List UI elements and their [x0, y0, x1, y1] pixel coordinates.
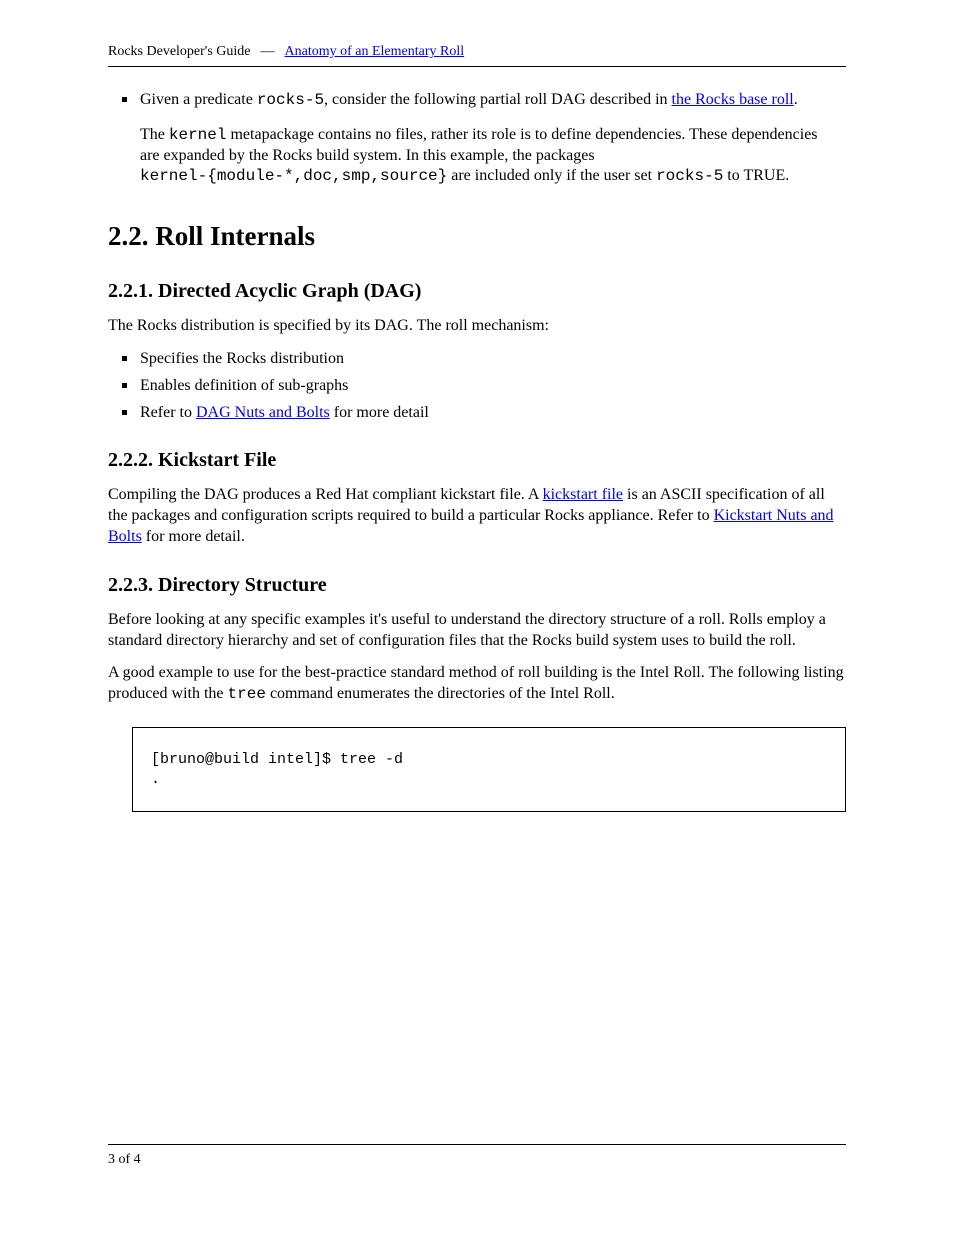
code-listing-box: [bruno@build intel]$ tree -d .: [132, 727, 846, 812]
text: The: [140, 126, 169, 143]
header-rule: [108, 66, 846, 67]
text: metapackage contains no files, rather it…: [226, 126, 817, 143]
text-line: are expanded by the Rocks build system. …: [140, 146, 846, 167]
subsection-heading-kickstart: 2.2.2. Kickstart File: [108, 447, 846, 473]
list-item: Enables definition of sub-graphs: [140, 376, 846, 397]
text: Specifies the Rocks distribution: [140, 350, 344, 367]
text: , consider the following partial roll DA…: [324, 91, 671, 108]
bullet-item: Given a predicate rocks-5, consider the …: [140, 90, 846, 187]
paragraph: The Rocks distribution is specified by i…: [108, 316, 846, 337]
code-line: [bruno@build intel]$ tree -d: [151, 750, 827, 770]
inline-code: rocks-5: [656, 167, 723, 185]
inline-code: tree: [228, 685, 266, 703]
text: .: [794, 91, 798, 108]
inline-link[interactable]: the Rocks base roll: [672, 91, 794, 108]
text: to TRUE.: [723, 167, 789, 184]
paragraph: Before looking at any specific examples …: [108, 610, 846, 652]
text: for more detail.: [142, 528, 245, 545]
inline-link[interactable]: DAG Nuts and Bolts: [196, 404, 330, 421]
inline-code: kernel-{module-*,doc,smp,source}: [140, 167, 447, 185]
text: is an: [623, 486, 657, 503]
text: Refer to: [658, 507, 714, 524]
inline-link[interactable]: kickstart file: [543, 486, 623, 503]
subsection-heading-dag: 2.2.1. Directed Acyclic Graph (DAG): [108, 278, 846, 304]
footer-page-number: 3 of 4: [108, 1152, 141, 1168]
subsection-heading-dirstruct: 2.2.3. Directory Structure: [108, 572, 846, 598]
text: Given a predicate: [140, 91, 257, 108]
header-separator: —: [255, 44, 281, 60]
header-link[interactable]: Anatomy of an Elementary Roll: [285, 44, 465, 60]
text: Refer to: [140, 404, 196, 421]
text: Compiling the DAG produces a Red Hat com…: [108, 486, 543, 503]
continuation-bullet-list: Given a predicate rocks-5, consider the …: [108, 90, 846, 187]
list-item: Refer to DAG Nuts and Bolts for more det…: [140, 403, 846, 424]
text: are included only if the user set: [447, 167, 656, 184]
text: A good example to use for the best-pract…: [108, 664, 800, 681]
inline-code: kernel: [169, 126, 227, 144]
text: command enumerates the directories of th…: [266, 685, 615, 702]
paragraph: A good example to use for the best-pract…: [108, 663, 846, 705]
text: Enables definition of sub-graphs: [140, 377, 348, 394]
section-heading: 2.2. Roll Internals: [108, 219, 846, 254]
bullet-list: Specifies the Rocks distribution Enables…: [108, 349, 846, 423]
list-item: Specifies the Rocks distribution: [140, 349, 846, 370]
paragraph: Compiling the DAG produces a Red Hat com…: [108, 485, 846, 547]
page-content: Given a predicate rocks-5, consider the …: [108, 90, 846, 812]
footer-rule: [108, 1144, 846, 1145]
code-line: .: [151, 770, 827, 790]
text: for more detail: [330, 404, 429, 421]
header-left: Rocks Developer's Guide: [108, 44, 251, 60]
inline-code: rocks-5: [257, 91, 324, 109]
